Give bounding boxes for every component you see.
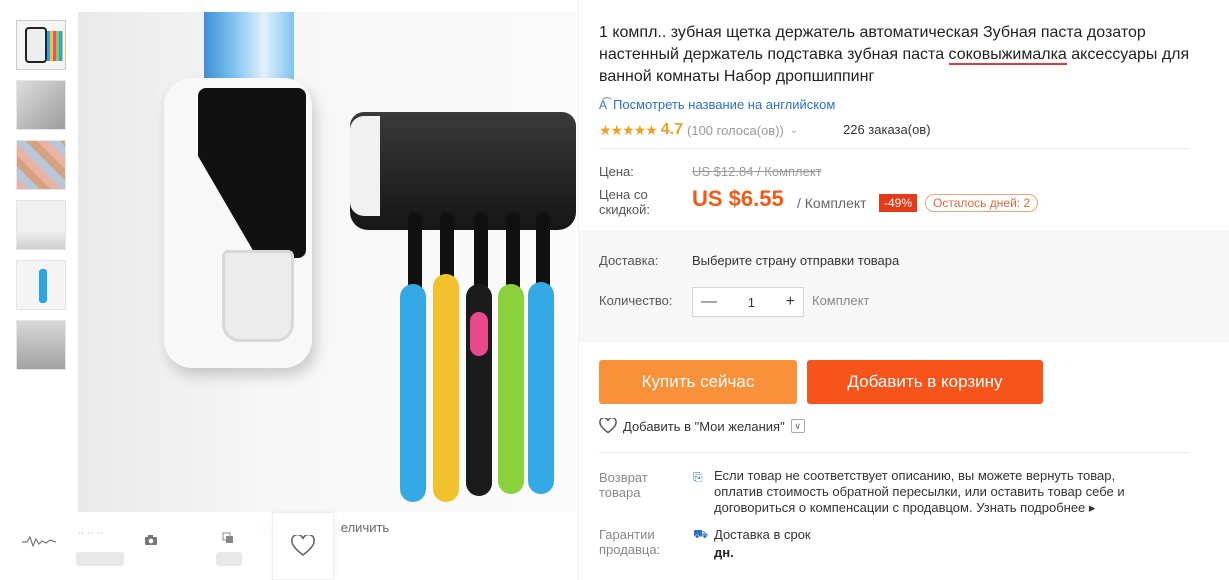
chevron-down-icon[interactable]: ∨ [790, 419, 805, 433]
brush-neck [506, 212, 520, 292]
quantity-input[interactable]: 1 [748, 295, 755, 310]
product-info-panel: 1 компл.. зубная щетка держатель автомат… [578, 0, 1229, 580]
star-rating-icon: ★★★★★ [599, 121, 658, 138]
options-panel [579, 230, 1229, 342]
camera-icon[interactable] [144, 534, 158, 546]
wishlist-button[interactable]: Добавить в "Мои желания" ∨ [599, 418, 805, 434]
orders-count: 226 заказа(ов) [843, 122, 931, 137]
decrement-button[interactable]: — [701, 293, 717, 311]
quantity-label: Количество: [599, 293, 673, 308]
days-left-badge: Осталось дней: 2 [925, 194, 1039, 212]
learn-more-link[interactable]: Узнать подробнее ▸ [976, 500, 1095, 515]
translate-link-label: Посмотреть название на английском [613, 97, 836, 112]
toothbrush-yellow [433, 274, 459, 502]
wishlist-label: Добавить в "Мои желания" [623, 418, 785, 434]
toothbrush-blue-2 [528, 282, 554, 494]
thumbnail-strip [16, 20, 70, 380]
brush-neck [474, 212, 488, 292]
chevron-down-icon: ⌄ [789, 124, 799, 136]
discount-price-label: Цена со скидкой: [599, 187, 650, 217]
quantity-stepper: — 1 + [692, 287, 804, 317]
buy-now-button[interactable]: Купить сейчас [599, 360, 797, 404]
thumbnail-5[interactable] [16, 260, 66, 310]
thumbnail-3[interactable] [16, 140, 66, 190]
brush-neck [536, 212, 550, 292]
guarantee-delivery: Доставка в срок [714, 527, 811, 542]
copy-icon[interactable] [222, 532, 234, 544]
guarantee-label: Гарантии продавца: [599, 527, 661, 557]
shipping-label: Доставка: [599, 253, 659, 268]
dispenser-cup [222, 250, 294, 342]
overlay-pill [76, 552, 124, 566]
divider [599, 452, 1189, 453]
returns-label: Возврат товара [599, 470, 648, 500]
divider [599, 148, 1189, 149]
thumbnail-4[interactable] [16, 200, 66, 250]
brush-grip-pink [470, 312, 488, 356]
quantity-unit: Комплект [812, 293, 870, 308]
thumbnail-1[interactable] [16, 20, 66, 70]
brush-holder-side [350, 116, 380, 216]
main-product-image[interactable] [78, 12, 576, 512]
thumbnail-2[interactable] [16, 80, 66, 130]
overlay-pill [216, 552, 242, 566]
favorite-button[interactable] [272, 512, 334, 580]
returns-text: Если товар не соответствует описанию, вы… [714, 468, 1125, 515]
translate-icon: A͡ [599, 97, 608, 112]
heart-icon [291, 535, 315, 557]
return-box-icon: ⎘ [693, 470, 703, 484]
toothbrush-green [498, 284, 524, 494]
original-price: US $12.84 / Комплект [692, 164, 822, 179]
delivery-truck-icon: ⛟ [693, 527, 709, 541]
guarantee-days: дн. [714, 545, 734, 560]
add-to-cart-button[interactable]: Добавить в корзину [807, 360, 1043, 404]
toothbrush-blue [400, 284, 426, 502]
price-unit: / Комплект [797, 195, 867, 211]
sale-price: US $6.55 [692, 186, 784, 211]
heart-plus-icon [599, 418, 617, 434]
thumbnail-6[interactable] [16, 320, 66, 370]
discount-badge: -49% [879, 194, 918, 212]
increment-button[interactable]: + [786, 293, 795, 311]
waveform-icon[interactable] [22, 534, 56, 548]
votes-count: (100 голоса(ов)) [687, 122, 784, 138]
rating-summary[interactable]: ★★★★★ 4.7 (100 голоса(ов)) ⌄ [599, 121, 798, 139]
price-label: Цена: [599, 164, 634, 179]
shipping-value[interactable]: Выберите страну отправки товара [692, 253, 899, 268]
translate-link[interactable]: A͡ Посмотреть название на английском [599, 97, 835, 112]
emoji-icon[interactable]: ˙˙ ˙˙ ˙˙ [78, 532, 104, 543]
rating-value: 4.7 [660, 121, 684, 138]
product-title: 1 компл.. зубная щетка держатель автомат… [599, 24, 1190, 85]
